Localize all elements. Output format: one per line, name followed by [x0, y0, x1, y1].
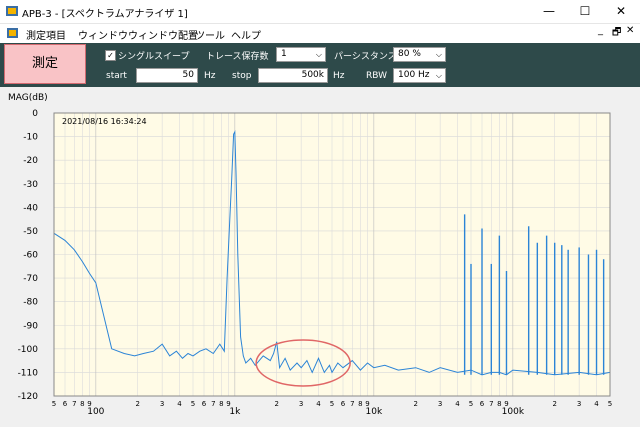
y-tick-label: -70	[23, 274, 38, 284]
x-tick-label: 3	[438, 400, 442, 408]
app-icon	[6, 6, 18, 16]
mdi-minimize-button[interactable]: _	[598, 25, 603, 36]
menu-tools[interactable]: ツール	[195, 27, 225, 42]
x-tick-label: 2	[552, 400, 556, 408]
x-tick-label: 5	[469, 400, 473, 408]
title-bar: APB-3 - [スペクトラムアナライザ 1] — ☐ ✕	[0, 0, 640, 24]
x-tick-label: 8	[219, 400, 223, 408]
y-tick-label: -90	[23, 321, 38, 331]
x-tick-label: 6	[63, 400, 68, 408]
single-sweep-checkbox[interactable]: ✓	[105, 50, 116, 61]
x-tick-label: 5	[52, 400, 56, 408]
y-tick-label: -120	[18, 392, 39, 402]
x-tick-label: 6	[480, 400, 485, 408]
x-tick-label: 5	[608, 400, 612, 408]
y-tick-label: -80	[23, 298, 38, 308]
x-tick-label: 7	[350, 400, 354, 408]
rbw-value: 100 Hz	[398, 70, 430, 80]
x-tick-label: 3	[577, 400, 581, 408]
persistence-select[interactable]: 80 % ⌵	[393, 47, 446, 62]
y-tick-label: -60	[23, 251, 38, 261]
start-frequency-input[interactable]: 50	[136, 68, 198, 83]
menu-window-layout[interactable]: ウィンドウ配置	[128, 27, 198, 42]
x-tick-label: 5	[330, 400, 334, 408]
start-label: start	[106, 71, 127, 81]
spectrum-plot-area: MAG(dB) 0 -10 -20 -30 -40 -50 -60 -70 -80 -90 -100…	[0, 87, 640, 424]
x-tick-label: 10k	[366, 407, 383, 417]
menu-help[interactable]: ヘルプ	[231, 27, 261, 42]
maximize-button[interactable]: ☐	[574, 3, 596, 19]
x-tick-label: 7	[72, 400, 76, 408]
y-tick-label: -20	[23, 156, 38, 166]
mdi-close-button[interactable]: ✕	[626, 25, 634, 36]
x-tick-label: 3	[160, 400, 164, 408]
single-sweep-label: シングルスイープ	[118, 52, 190, 62]
stop-label: stop	[232, 71, 252, 81]
timestamp-label: 2021/08/16 16:34:24	[62, 117, 147, 126]
spectrum-chart[interactable]: MAG(dB) 0 -10 -20 -30 -40 -50 -60 -70 -80 -90 -100…	[0, 87, 640, 424]
x-tick-label: 4	[177, 400, 182, 408]
y-tick-label: -10	[23, 133, 38, 143]
x-tick-label: 4	[455, 400, 460, 408]
x-tick-labels: 5 6 7 8 91002 3 4 5 6 7 8 91k2 3 4 5 6 7 8 910k2 3 4 5 6 7 8 9100…	[52, 400, 612, 417]
x-tick-label: 100k	[502, 407, 525, 417]
y-tick-label: -100	[18, 345, 39, 355]
x-tick-label: 4	[594, 400, 599, 408]
x-tick-label: 100	[87, 407, 104, 417]
close-button[interactable]: ✕	[610, 3, 632, 19]
x-tick-label: 6	[202, 400, 207, 408]
mdi-restore-button[interactable]: 🗗	[612, 25, 621, 42]
menu-measure-items[interactable]: 測定項目	[26, 27, 66, 42]
y-tick-labels: 0 -10 -20 -30 -40 -50 -60 -70 -80 -90 -100 -110 -120	[18, 109, 39, 402]
y-tick-label: -50	[23, 227, 38, 237]
start-unit: Hz	[204, 71, 216, 81]
y-tick-label: -30	[23, 180, 38, 190]
rbw-select[interactable]: 100 Hz ⌵	[393, 68, 446, 83]
x-tick-label: 2	[274, 400, 278, 408]
trace-count-label: トレース保存数	[206, 52, 269, 62]
x-tick-label: 2	[413, 400, 417, 408]
mdi-child-icon	[7, 28, 18, 38]
trace-count-value: 1	[281, 49, 287, 59]
persistence-value: 80 %	[398, 49, 421, 59]
stop-frequency-input[interactable]: 500k	[258, 68, 328, 83]
stop-unit: Hz	[333, 71, 345, 81]
trace-count-select[interactable]: 1 ⌵	[276, 47, 326, 62]
x-tick-label: 8	[358, 400, 362, 408]
x-tick-label: 2	[135, 400, 139, 408]
y-axis-label: MAG(dB)	[8, 93, 48, 103]
chevron-down-icon: ⌵	[315, 50, 322, 59]
x-tick-label: 1k	[229, 407, 241, 417]
x-tick-label: 6	[341, 400, 346, 408]
chevron-down-icon: ⌵	[435, 50, 442, 59]
y-tick-label: 0	[32, 109, 38, 119]
x-tick-label: 4	[316, 400, 321, 408]
measure-button[interactable]: 測定	[4, 44, 86, 84]
x-tick-label: 7	[489, 400, 493, 408]
chevron-down-icon: ⌵	[435, 71, 442, 80]
menu-window[interactable]: ウィンドウ	[78, 27, 128, 42]
minimize-button[interactable]: —	[538, 3, 560, 19]
y-tick-label: -40	[23, 203, 38, 213]
x-tick-label: 7	[211, 400, 215, 408]
x-tick-label: 3	[299, 400, 303, 408]
x-tick-label: 8	[80, 400, 84, 408]
rbw-label: RBW	[366, 71, 388, 81]
persistence-label: パーシスタンス	[334, 52, 397, 62]
x-tick-label: 5	[191, 400, 195, 408]
y-tick-label: -110	[18, 368, 39, 378]
window-title: APB-3 - [スペクトラムアナライザ 1]	[22, 9, 188, 20]
